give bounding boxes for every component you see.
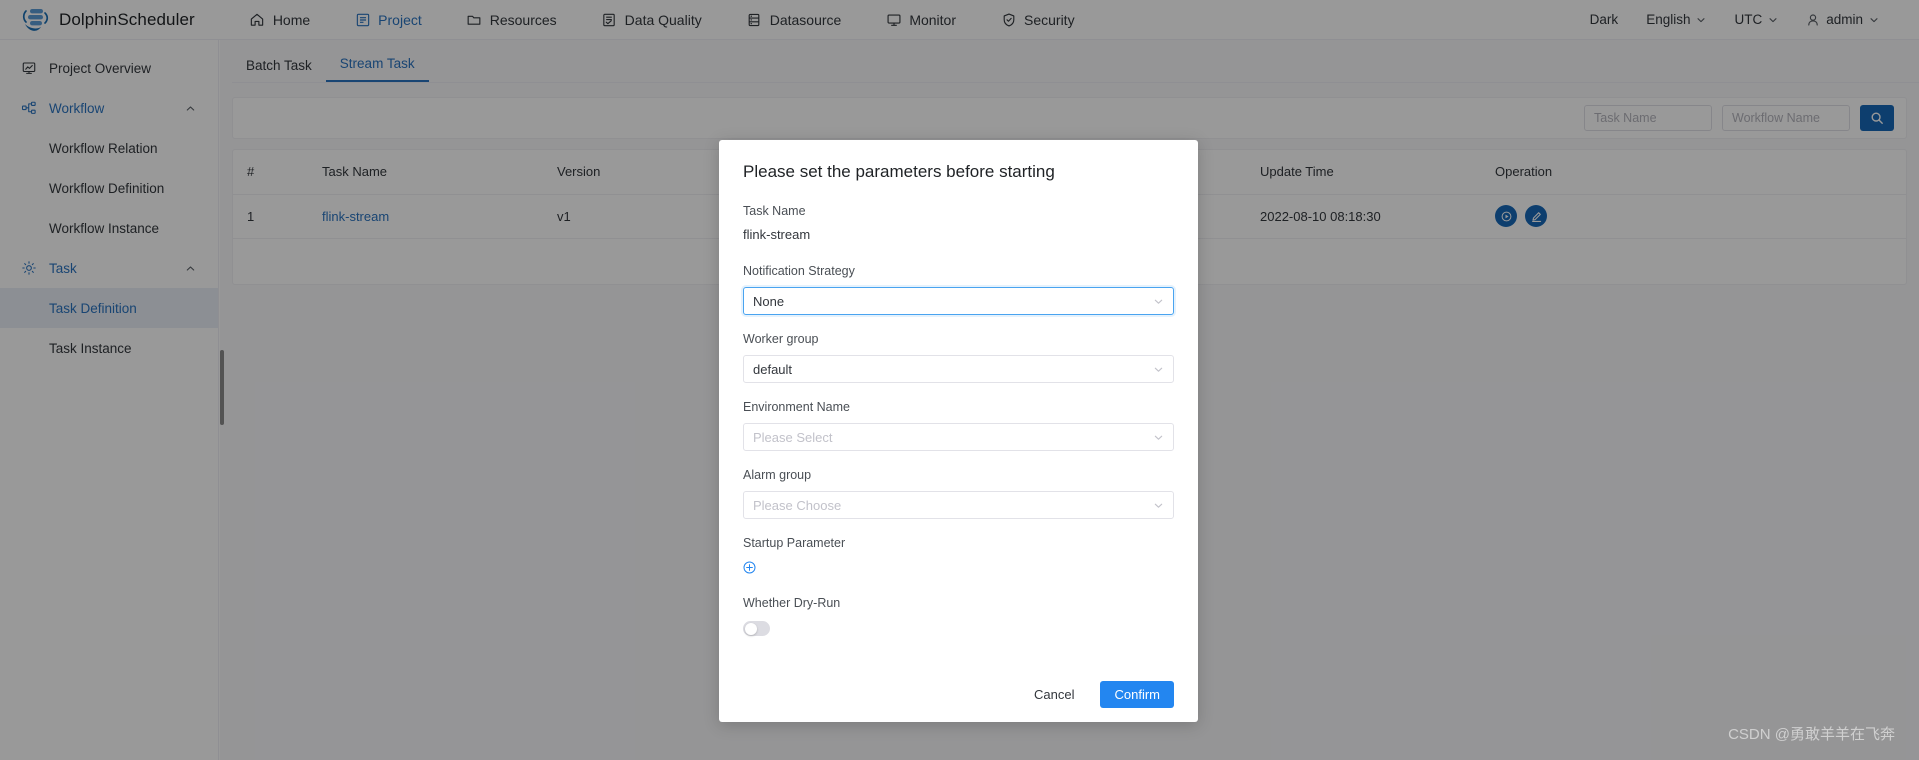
value-task-name: flink-stream: [743, 227, 811, 242]
label-notification-strategy: Notification Strategy: [743, 264, 855, 278]
label-alarm-group: Alarm group: [743, 468, 812, 482]
dialog-footer: Cancel Confirm: [1022, 681, 1174, 708]
placeholder-alarm-group: Please Choose: [753, 497, 842, 513]
chevron-down-icon: [1154, 503, 1163, 508]
chevron-down-icon: [1154, 435, 1163, 440]
field-startup-parameter: Startup Parameter: [743, 536, 1174, 574]
select-alarm-group[interactable]: Please Choose: [743, 491, 1174, 519]
field-alarm-group: Alarm group Please Choose: [743, 468, 1174, 519]
toggle-dry-run[interactable]: [743, 621, 770, 636]
label-task-name: Task Name: [743, 204, 806, 218]
select-notification-strategy[interactable]: None: [743, 287, 1174, 315]
chevron-down-icon: [1154, 299, 1163, 304]
watermark: CSDN @勇敢羊羊在飞奔: [1728, 726, 1895, 743]
label-startup-parameter: Startup Parameter: [743, 536, 846, 550]
select-worker-group[interactable]: default: [743, 355, 1174, 383]
field-dry-run: Whether Dry-Run: [743, 596, 1174, 636]
placeholder-environment-name: Please Select: [753, 429, 833, 445]
confirm-button[interactable]: Confirm: [1100, 681, 1174, 708]
value-notification-strategy: None: [753, 293, 785, 309]
select-environment-name[interactable]: Please Select: [743, 423, 1174, 451]
start-parameters-dialog: Please set the parameters before startin…: [719, 140, 1198, 722]
value-worker-group: default: [753, 361, 793, 377]
field-notification-strategy: Notification Strategy None: [743, 264, 1174, 315]
field-worker-group: Worker group default: [743, 332, 1174, 383]
plus-circle-icon[interactable]: [743, 561, 756, 574]
label-dry-run: Whether Dry-Run: [743, 596, 841, 610]
dialog-title: Please set the parameters before startin…: [743, 162, 1055, 181]
label-environment-name: Environment Name: [743, 400, 850, 414]
app-root: DolphinScheduler Home Project Resources …: [0, 0, 1919, 760]
label-worker-group: Worker group: [743, 332, 819, 346]
chevron-down-icon: [1154, 367, 1163, 372]
field-environment-name: Environment Name Please Select: [743, 400, 1174, 451]
toggle-knob: [744, 622, 757, 635]
cancel-button[interactable]: Cancel: [1022, 682, 1086, 707]
